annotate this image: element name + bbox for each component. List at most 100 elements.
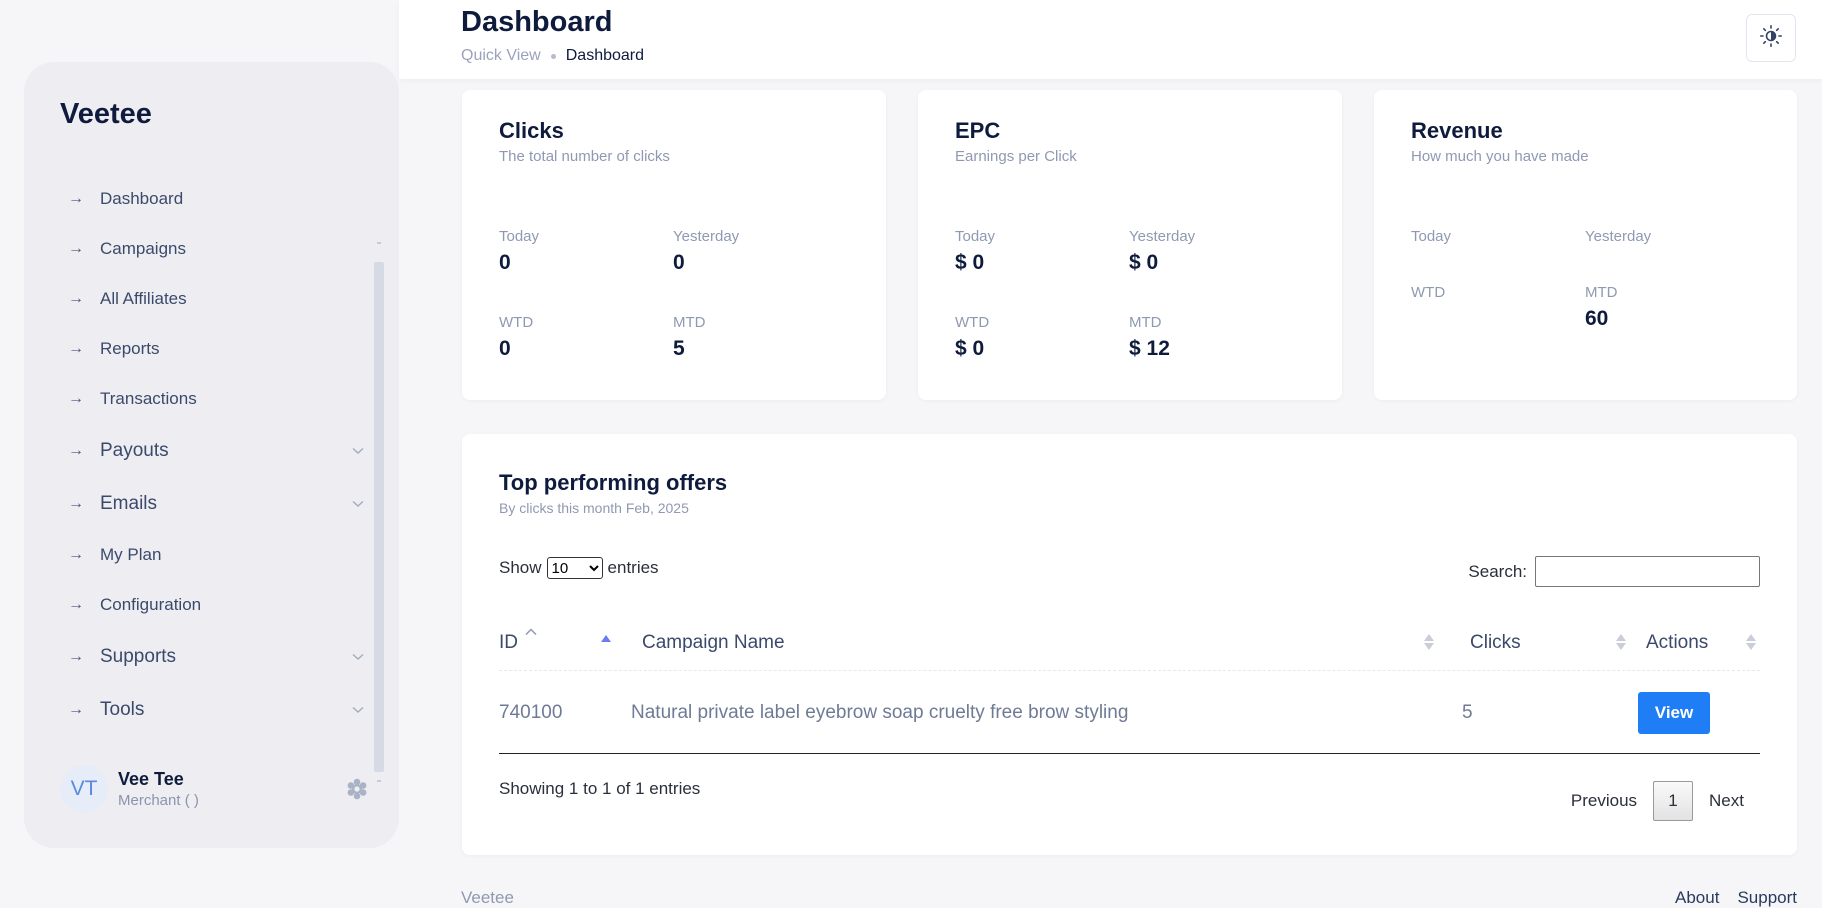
metric-yesterday: Yesterday — [1585, 228, 1651, 251]
sidebar-item-my-plan[interactable]: → My Plan — [24, 530, 374, 580]
avatar[interactable]: VT — [60, 765, 108, 813]
search-input[interactable] — [1535, 556, 1760, 587]
page-size-control: Show 10 entries — [499, 557, 659, 579]
sidebar-item-configuration[interactable]: → Configuration — [24, 580, 374, 630]
arrow-right-icon: → — [68, 546, 84, 563]
column-label: ID — [499, 631, 518, 653]
cell-actions: View — [1638, 671, 1710, 754]
card-subtitle: How much you have made — [1411, 148, 1589, 165]
sidebar-item-label: Payouts — [100, 439, 169, 461]
metric-wtd: WTD $ 0 — [955, 314, 989, 361]
metric-label: Yesterday — [673, 228, 740, 245]
sort-up-arrow — [601, 635, 611, 642]
column-header-id[interactable]: ID — [499, 614, 639, 671]
chevron-down-icon[interactable] — [350, 496, 366, 512]
breadcrumb: Quick View Dashboard — [461, 47, 644, 65]
footer-brand: Veetee — [461, 888, 514, 907]
sidebar-item-supports[interactable]: → Supports — [24, 630, 374, 683]
card-subtitle: Earnings per Click — [955, 148, 1077, 165]
sidebar-item-payouts[interactable]: → Payouts — [24, 424, 374, 477]
sidebar-item-label: My Plan — [100, 545, 162, 564]
sidebar-item-label: Supports — [100, 645, 177, 667]
sort-icon — [1746, 634, 1756, 650]
arrow-right-icon: → — [68, 647, 84, 665]
sidebar-item-label: Configuration — [100, 595, 202, 614]
sort-icon — [1424, 634, 1434, 650]
pagination-page[interactable]: 1 — [1653, 781, 1694, 821]
brand-logo[interactable]: Veetee — [60, 98, 152, 131]
sort-up-arrow — [1746, 634, 1756, 641]
chevron-down-icon[interactable] — [350, 649, 366, 665]
metric-label: MTD — [1129, 314, 1162, 331]
sidebar-nav: → Dashboard → Campaigns → All Affiliates… — [24, 174, 374, 736]
metric-wtd: WTD 0 — [499, 314, 533, 361]
footer-link-support[interactable]: Support — [1737, 888, 1797, 908]
sidebar-item-reports[interactable]: → Reports — [24, 324, 374, 374]
sidebar-item-all-affiliates[interactable]: → All Affiliates — [24, 274, 374, 324]
metric-label: Today — [955, 228, 996, 245]
view-button[interactable]: View — [1638, 691, 1710, 734]
metric-label: WTD — [955, 314, 990, 331]
gear-icon[interactable] — [344, 776, 370, 802]
breadcrumb-parent[interactable]: Quick View — [461, 47, 541, 65]
breadcrumb-current: Dashboard — [565, 47, 645, 64]
arrow-right-icon: → — [68, 494, 84, 512]
pagination-next[interactable]: Next — [1693, 791, 1760, 811]
sidebar-item-campaigns[interactable]: → Campaigns — [24, 224, 374, 274]
sidebar-item-transactions[interactable]: → Transactions — [24, 374, 374, 424]
sort-asc-icon — [601, 635, 611, 642]
page-size-select[interactable]: 10 — [546, 557, 603, 579]
metric-value: 5 — [673, 337, 685, 360]
metric-value: $ 0 — [955, 251, 985, 274]
caret-up-icon — [525, 620, 537, 642]
arrow-right-icon: → — [68, 340, 84, 357]
card-title: EPC — [955, 118, 1001, 143]
revenue-card: Revenue How much you have made Today Yes… — [1374, 90, 1797, 400]
sidebar-item-label: All Affiliates — [100, 289, 187, 308]
sidebar-item-label: Campaigns — [100, 239, 186, 258]
chevron-down-icon[interactable] — [350, 702, 366, 718]
pagination-previous[interactable]: Previous — [1555, 791, 1653, 811]
table-row: 740100 Natural private label eyebrow soa… — [499, 671, 1760, 754]
sort-down-arrow — [1424, 643, 1434, 650]
sidebar-item-label: Tools — [100, 698, 145, 720]
sort-up-arrow — [1424, 634, 1434, 641]
arrow-right-icon: → — [68, 240, 84, 257]
arrow-right-icon: → — [68, 596, 84, 613]
sidebar-item-tools[interactable]: → Tools — [24, 683, 374, 736]
metric-value: $ 12 — [1129, 337, 1170, 360]
chevron-down-icon[interactable] — [350, 443, 366, 459]
sidebar-item-label: Dashboard — [100, 189, 184, 208]
metric-today: Today $ 0 — [955, 228, 995, 275]
sidebar-scrollbar[interactable] — [374, 242, 384, 782]
metric-mtd: MTD 5 — [673, 314, 706, 361]
top-header: Dashboard Quick View Dashboard — [399, 0, 1822, 79]
card-title: Top performing offers — [499, 470, 728, 495]
sidebar-item-label: Transactions — [100, 389, 197, 408]
footer-link-about[interactable]: About — [1675, 888, 1719, 908]
top-offers-card: Top performing offers By clicks this mon… — [462, 434, 1797, 855]
user-profile[interactable]: VT Vee Tee Merchant ( ) — [60, 762, 370, 816]
metric-yesterday: Yesterday $ 0 — [1129, 228, 1195, 275]
column-header-actions[interactable]: Actions — [1646, 614, 1760, 671]
metric-value: 60 — [1585, 307, 1609, 330]
column-header-clicks[interactable]: Clicks — [1470, 614, 1630, 671]
search-label: Search: — [1468, 561, 1527, 581]
sort-icon — [1616, 634, 1626, 650]
sidebar-item-dashboard[interactable]: → Dashboard — [24, 174, 374, 224]
sidebar: Veetee → Dashboard → Campaigns → All Aff… — [24, 62, 399, 848]
entries-label: entries — [607, 558, 659, 577]
column-header-campaign[interactable]: Campaign Name — [642, 614, 1434, 671]
sidebar-item-label: Emails — [100, 492, 158, 514]
theme-toggle-button[interactable] — [1746, 14, 1796, 62]
metric-label: Today — [1411, 228, 1452, 245]
metric-value: $ 0 — [1129, 251, 1159, 274]
sidebar-item-emails[interactable]: → Emails — [24, 477, 374, 530]
scrollbar-thumb[interactable] — [374, 262, 384, 772]
pagination: Previous 1 Next — [1555, 781, 1760, 821]
card-subtitle: By clicks this month Feb, 2025 — [499, 500, 689, 516]
metric-value: 0 — [499, 251, 511, 274]
clicks-card: Clicks The total number of clicks Today … — [462, 90, 886, 400]
arrow-right-icon: → — [68, 290, 84, 307]
arrow-right-icon: → — [68, 190, 84, 207]
